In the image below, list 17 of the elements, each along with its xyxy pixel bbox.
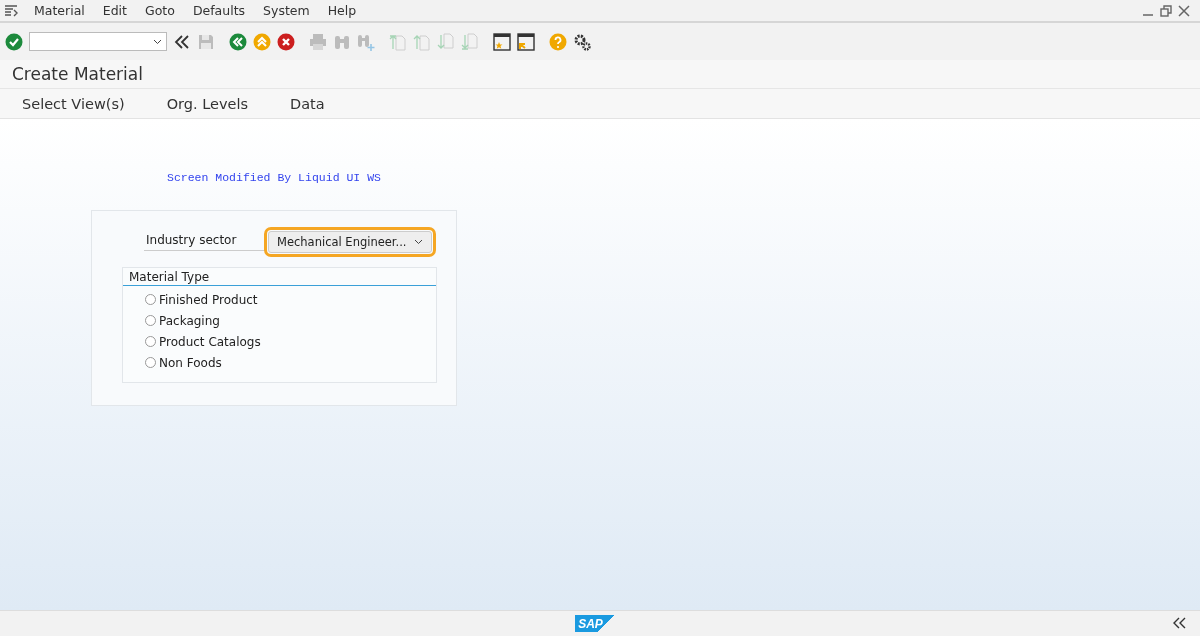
notice-text: Screen Modified By Liquid UI WS bbox=[167, 171, 381, 184]
toolbar-button[interactable]: Select View(s) bbox=[14, 95, 133, 112]
toolbar-button[interactable]: Org. Levels bbox=[158, 95, 256, 112]
menu-item[interactable]: Material bbox=[32, 3, 87, 18]
group-title: Material Type bbox=[123, 268, 436, 286]
menu-item[interactable]: Defaults bbox=[190, 3, 248, 18]
menu-item[interactable]: Help bbox=[325, 3, 359, 18]
menu-item[interactable]: Edit bbox=[100, 3, 129, 18]
radio-label: Packaging bbox=[159, 313, 220, 328]
menu-item[interactable]: Goto bbox=[143, 3, 177, 18]
toolbar-button[interactable]: Data bbox=[282, 95, 333, 112]
screen-title: Create Material bbox=[12, 64, 143, 84]
sap-logo: SAP bbox=[575, 615, 615, 632]
menu-item[interactable]: System bbox=[261, 3, 312, 18]
radio-label: Finished Product bbox=[159, 292, 258, 307]
radio-label: Product Catalogs bbox=[159, 334, 261, 349]
radio-label: Non Foods bbox=[159, 355, 222, 370]
